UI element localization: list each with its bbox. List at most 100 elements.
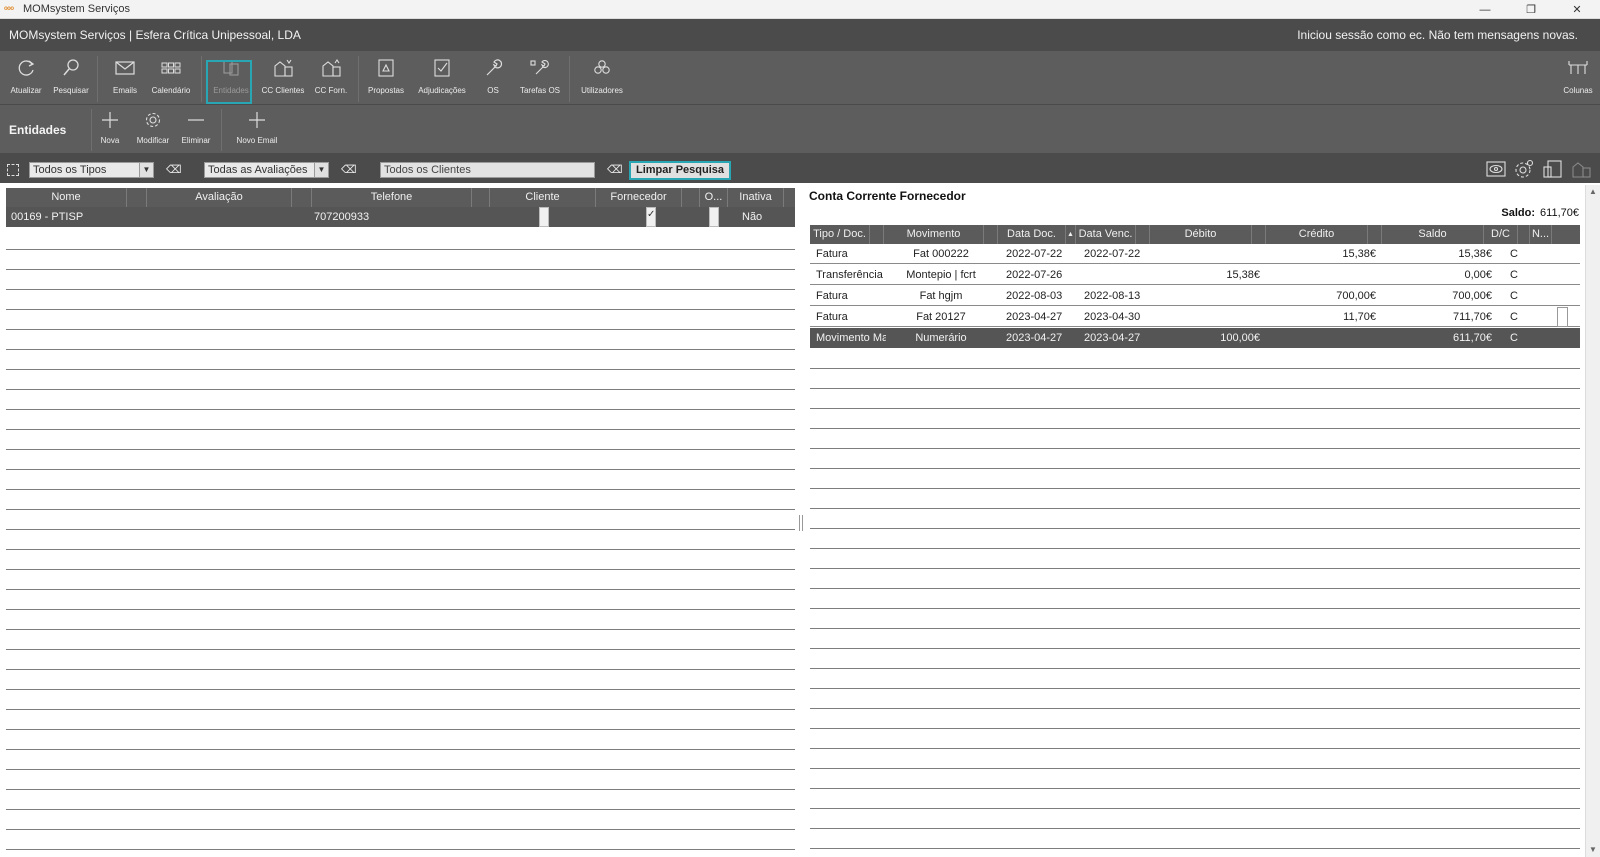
utilizadores-button[interactable]: Utilizadores [578,51,626,105]
panel-splitter[interactable] [799,515,803,531]
atualizar-button[interactable]: Atualizar [6,51,46,105]
pesquisar-button[interactable]: Pesquisar [50,51,92,105]
toolbar-separator [221,109,222,151]
col-data-doc[interactable]: Data Doc. [998,225,1066,244]
col-spacer [1368,225,1382,244]
entities-grid: Nome Avaliação Telefone Cliente Forneced… [6,188,795,857]
cell-telefone: 707200933 [314,211,370,223]
col-inativa[interactable]: Inativa [728,188,784,207]
col-spacer [870,225,884,244]
col-spacer [682,188,700,207]
cell-nome: 00169 - PTISP [11,211,84,223]
table-row[interactable]: Fatura Fat hgjm 2022-08-03 2022-08-13 70… [810,286,1580,306]
col-spacer [1552,225,1580,244]
window-controls: — ❐ ✕ [1462,0,1600,19]
col-dc[interactable]: D/C [1484,225,1518,244]
col-debito[interactable]: Débito [1150,225,1252,244]
col-spacer [292,188,312,207]
eraser-icon[interactable]: ⌫ [166,164,182,176]
toolbar-separator [97,56,98,102]
col-n[interactable]: N... [1530,225,1552,244]
toolbar-separator [358,56,359,102]
col-avaliacao[interactable]: Avaliação [147,188,292,207]
close-button[interactable]: ✕ [1554,0,1600,19]
window-titlebar: ooo MOMsystem Serviços — ❐ ✕ [0,0,1600,19]
empty-rows [6,230,795,857]
modificar-button[interactable]: Modificar [133,105,173,153]
restore-button[interactable]: ❐ [1508,0,1554,19]
calendar-icon [161,62,181,74]
supplier-account-icon [322,59,341,77]
eraser-icon[interactable]: ⌫ [607,164,623,176]
clientes-search-input[interactable]: Todos os Clientes [380,162,595,178]
window-title: MOMsystem Serviços [23,3,130,15]
tarefas-os-button[interactable]: Tarefas OS [518,51,562,105]
minus-icon [188,119,204,121]
clear-search-button[interactable]: Limpar Pesquisa [629,161,731,180]
eraser-icon[interactable]: ⌫ [341,164,357,176]
col-saldo[interactable]: Saldo [1382,225,1484,244]
adjudicacoes-button[interactable]: Adjudicações [415,51,469,105]
chevron-down-icon: ▼ [139,163,153,177]
calendario-button[interactable]: Calendário [148,51,194,105]
col-tipo[interactable]: Tipo / Doc. [810,225,870,244]
fornecedor-checkbox[interactable] [646,205,656,227]
view-eye-icon[interactable] [1485,158,1507,180]
columns-icon [1568,61,1588,74]
col-movimento[interactable]: Movimento [884,225,984,244]
scroll-up-icon[interactable]: ▲ [1586,185,1600,199]
minimize-button[interactable]: — [1462,0,1508,19]
vertical-scrollbar[interactable]: ▲ ▼ [1585,185,1600,857]
col-nome[interactable]: Nome [6,188,127,207]
client-account-icon [274,59,293,77]
table-row[interactable]: Fatura Fat 000222 2022-07-22 2022-07-22 … [810,244,1580,264]
table-row[interactable]: Fatura Fat 20127 2023-04-27 2023-04-30 1… [810,307,1580,327]
propostas-button[interactable]: Propostas [366,51,406,105]
eliminar-button[interactable]: Eliminar [178,105,214,153]
outro-checkbox[interactable] [709,207,719,227]
col-spacer [784,188,795,207]
cc-forn-button[interactable]: CC Forn. [311,51,351,105]
col-spacer [127,188,147,207]
toolbar-separator [201,56,202,102]
avaliacoes-select[interactable]: Todas as Avaliações ▼ [204,162,329,178]
novo-email-button[interactable]: Novo Email [234,105,280,153]
users-icon [594,60,610,74]
entity-actions-bar: Entidades Nova Modificar Eliminar Novo E… [0,105,1600,153]
export-icon[interactable] [1570,158,1592,180]
cc-clientes-button[interactable]: CC Clientes [258,51,308,105]
empty-rows [810,349,1580,857]
select-all-icon[interactable] [7,164,19,176]
sort-asc-icon[interactable]: ▲ [1066,225,1076,244]
document-icon[interactable] [1557,307,1568,327]
report-icon[interactable] [1542,158,1564,180]
chevron-down-icon: ▼ [314,163,328,177]
emails-button[interactable]: Emails [106,51,144,105]
col-telefone[interactable]: Telefone [312,188,472,207]
scroll-down-icon[interactable]: ▼ [1586,843,1600,857]
table-row[interactable]: 00169 - PTISP 707200933 Não [6,205,795,227]
section-title: Entidades [9,123,67,137]
col-outro[interactable]: O... [700,188,728,207]
active-highlight [206,60,252,104]
table-row[interactable]: Transferência E Montepio | fcrt 2022-07-… [810,265,1580,285]
entidades-button[interactable]: Entidades [206,51,253,105]
plus-icon [102,112,118,128]
col-spacer [472,188,490,207]
col-cliente[interactable]: Cliente [490,188,596,207]
col-data-venc[interactable]: Data Venc. [1076,225,1136,244]
settings-gear-icon[interactable] [1513,158,1535,180]
col-fornecedor[interactable]: Fornecedor [596,188,682,207]
refresh-icon [18,60,35,76]
cliente-checkbox[interactable] [539,207,549,227]
os-button[interactable]: OS [478,51,508,105]
tipos-select[interactable]: Todos os Tipos ▼ [29,162,154,178]
table-row-selected[interactable]: Movimento Mar Numerário 2023-04-27 2023-… [810,328,1580,348]
tasks-wrench-icon [530,60,549,75]
toolbar-separator [91,109,92,151]
email-icon [115,61,135,75]
nova-button[interactable]: Nova [95,105,125,153]
col-credito[interactable]: Crédito [1266,225,1368,244]
entities-grid-header: Nome Avaliação Telefone Cliente Forneced… [6,188,795,207]
colunas-button[interactable]: Colunas [1560,51,1596,105]
